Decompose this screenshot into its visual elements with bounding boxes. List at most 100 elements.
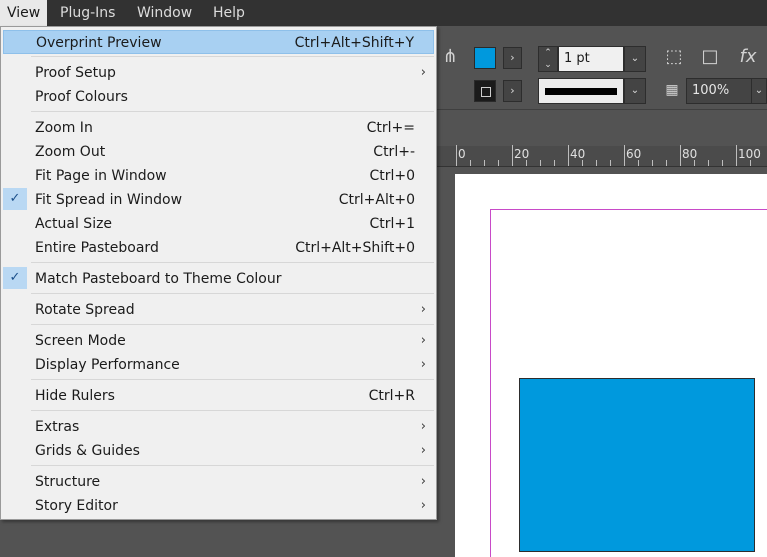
submenu-arrow-icon: ›: [420, 357, 426, 372]
menu-separator: [31, 262, 434, 263]
ruler-minor-tick: [498, 160, 499, 166]
menu-item-zoom-out[interactable]: Zoom Out Ctrl+-: [3, 140, 434, 164]
menu-plug-ins[interactable]: Plug-Ins: [53, 0, 122, 26]
stroke-weight-input[interactable]: 1 pt: [558, 46, 624, 72]
submenu-arrow-icon: ›: [420, 443, 426, 458]
ruler-label: 40: [570, 147, 586, 161]
menu-item-shortcut: Ctrl+=: [366, 120, 415, 136]
opacity-input[interactable]: 100%: [686, 78, 752, 104]
menu-item-shortcut: Ctrl+Alt+Shift+0: [295, 240, 415, 256]
submenu-arrow-icon: ›: [420, 302, 426, 317]
menu-separator: [31, 465, 434, 466]
menu-item-shortcut: Ctrl+1: [369, 216, 415, 232]
ruler-label: 20: [514, 147, 530, 161]
chevron-down-icon[interactable]: ⌄: [539, 59, 557, 71]
ruler-tick: [568, 145, 569, 166]
menu-separator: [31, 293, 434, 294]
submenu-arrow-icon: ›: [420, 498, 426, 513]
ruler-tick: [512, 145, 513, 166]
menu-separator: [31, 324, 434, 325]
menu-separator: [31, 56, 434, 57]
menu-item-story-editor[interactable]: Story Editor ›: [3, 494, 434, 518]
ruler-minor-tick: [484, 160, 485, 166]
menu-item-rotate-spread[interactable]: Rotate Spread ›: [3, 298, 434, 322]
ruler-minor-tick: [708, 160, 709, 166]
menu-item-proof-colours[interactable]: Proof Colours: [3, 85, 434, 109]
menu-item-entire-pasteboard[interactable]: Entire Pasteboard Ctrl+Alt+Shift+0: [3, 236, 434, 260]
menu-item-label: Structure: [35, 474, 101, 490]
menu-item-proof-setup[interactable]: Proof Setup ›: [3, 61, 434, 85]
fill-menu-button[interactable]: ›: [503, 47, 522, 69]
menu-item-shortcut: Ctrl+-: [373, 144, 415, 160]
frame-fitting-icon[interactable]: ⬚: [662, 46, 686, 70]
menu-item-display-performance[interactable]: Display Performance ›: [3, 353, 434, 377]
stroke-swatch[interactable]: [474, 80, 496, 102]
ruler-tick: [456, 145, 457, 166]
menu-item-label: Proof Colours: [35, 89, 128, 105]
menu-item-label: Entire Pasteboard: [35, 240, 159, 256]
menu-item-structure[interactable]: Structure ›: [3, 470, 434, 494]
chevron-up-icon[interactable]: ⌃: [539, 47, 557, 59]
menu-item-label: Grids & Guides: [35, 443, 140, 459]
menu-item-label: Actual Size: [35, 216, 113, 232]
menu-item-shortcut: Ctrl+Alt+Shift+Y: [294, 35, 414, 51]
stroke-weight-stepper[interactable]: ⌃ ⌄: [538, 46, 558, 72]
menu-item-label: Proof Setup: [35, 65, 116, 81]
menu-item-fit-page-in-window[interactable]: Fit Page in Window Ctrl+0: [3, 164, 434, 188]
menu-help[interactable]: Help: [206, 0, 252, 26]
menu-item-grids-and-guides[interactable]: Grids & Guides ›: [3, 439, 434, 463]
ruler-tick: [624, 145, 625, 166]
frame-icon[interactable]: □: [698, 46, 722, 70]
menu-item-extras[interactable]: Extras ›: [3, 415, 434, 439]
stroke-menu-button[interactable]: ›: [503, 80, 522, 102]
menu-item-screen-mode[interactable]: Screen Mode ›: [3, 329, 434, 353]
checkmark-icon: ✓: [3, 188, 27, 210]
menu-item-label: Fit Spread in Window: [35, 192, 183, 208]
ruler-label: 100: [738, 147, 761, 161]
menu-item-fit-spread-in-window[interactable]: ✓ Fit Spread in Window Ctrl+Alt+0: [3, 188, 434, 212]
menu-separator: [31, 379, 434, 380]
menu-item-hide-rulers[interactable]: Hide Rulers Ctrl+R: [3, 384, 434, 408]
ruler-label: 0: [458, 147, 466, 161]
menu-item-label: Fit Page in Window: [35, 168, 167, 184]
menu-item-label: Zoom Out: [35, 144, 106, 160]
menu-item-label: Overprint Preview: [36, 35, 162, 51]
menu-item-actual-size[interactable]: Actual Size Ctrl+1: [3, 212, 434, 236]
blue-rectangle-frame[interactable]: [519, 378, 755, 552]
horizontal-ruler[interactable]: 0 20 40 60 80 100: [436, 145, 767, 167]
stroke-weight-dropdown[interactable]: ⌄: [624, 46, 646, 72]
menu-item-zoom-in[interactable]: Zoom In Ctrl+=: [3, 116, 434, 140]
menu-item-label: Display Performance: [35, 357, 180, 373]
ruler-minor-tick: [750, 160, 751, 166]
ruler-minor-tick: [694, 160, 695, 166]
ruler-minor-tick: [596, 160, 597, 166]
menu-item-shortcut: Ctrl+0: [369, 168, 415, 184]
submenu-arrow-icon: ›: [420, 65, 426, 80]
menu-separator: [31, 111, 434, 112]
menu-item-match-pasteboard[interactable]: ✓ Match Pasteboard to Theme Colour: [3, 267, 434, 291]
menu-item-overprint-preview[interactable]: Overprint Preview Ctrl+Alt+Shift+Y: [3, 30, 434, 54]
menu-view[interactable]: View: [0, 0, 48, 26]
ruler-tick: [680, 145, 681, 166]
effects-icon[interactable]: fx: [736, 46, 760, 70]
align-icon[interactable]: ⋔: [438, 46, 462, 70]
stroke-type-dropdown[interactable]: ⌄: [624, 78, 646, 104]
menu-item-shortcut: Ctrl+Alt+0: [338, 192, 415, 208]
opacity-icon: ▦: [665, 82, 679, 98]
submenu-arrow-icon: ›: [420, 474, 426, 489]
stroke-type-selector[interactable]: [538, 78, 624, 104]
ruler-minor-tick: [470, 160, 471, 166]
ruler-minor-tick: [652, 160, 653, 166]
submenu-arrow-icon: ›: [420, 333, 426, 348]
menu-item-label: Screen Mode: [35, 333, 126, 349]
menu-window[interactable]: Window: [130, 0, 199, 26]
menu-item-label: Story Editor: [35, 498, 118, 514]
fill-swatch[interactable]: [474, 47, 496, 69]
opacity-dropdown[interactable]: ⌄: [751, 78, 767, 104]
ruler-minor-tick: [554, 160, 555, 166]
ruler-minor-tick: [666, 160, 667, 166]
menu-separator: [31, 410, 434, 411]
view-menu-dropdown: Overprint Preview Ctrl+Alt+Shift+Y Proof…: [0, 26, 437, 520]
menu-item-label: Rotate Spread: [35, 302, 135, 318]
ruler-tick: [736, 145, 737, 166]
